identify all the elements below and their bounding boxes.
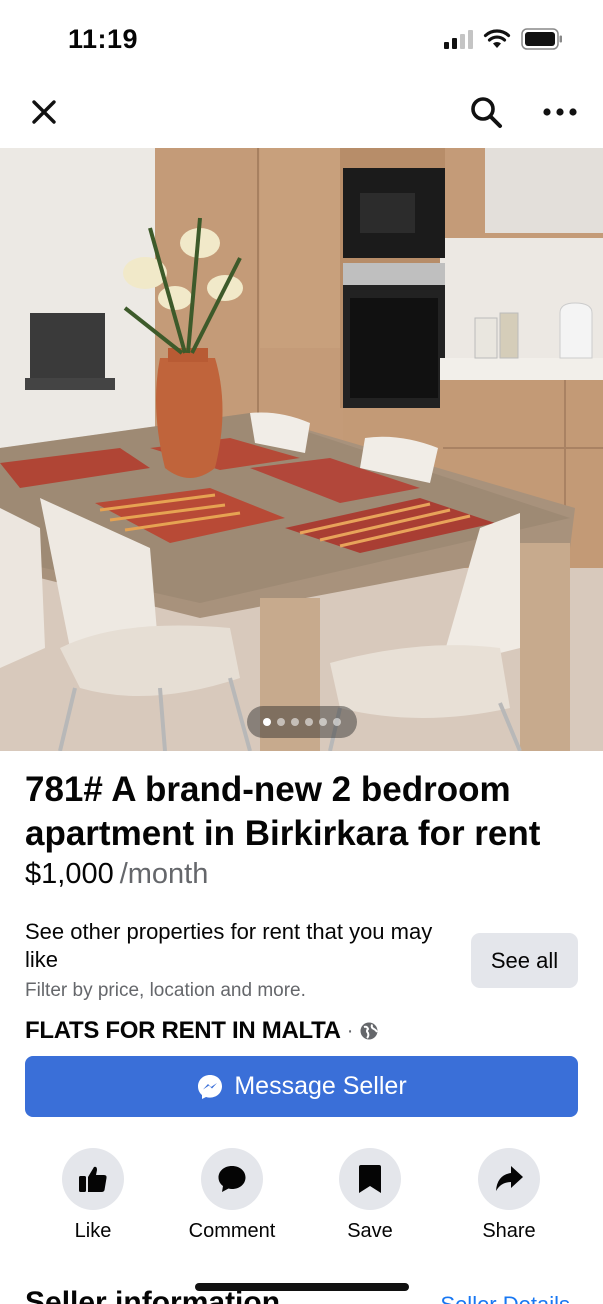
search-button[interactable] bbox=[464, 90, 508, 134]
close-button[interactable] bbox=[22, 90, 66, 134]
pagination-dot bbox=[319, 718, 327, 726]
close-icon bbox=[32, 100, 56, 124]
more-options-button[interactable] bbox=[538, 90, 582, 134]
share-circle bbox=[478, 1148, 540, 1210]
price-row: $1,000/month bbox=[25, 858, 208, 891]
share-button[interactable]: Share bbox=[449, 1148, 569, 1243]
bookmark-icon bbox=[359, 1165, 381, 1193]
separator: · bbox=[346, 1019, 354, 1042]
battery-icon bbox=[521, 28, 562, 50]
status-bar: 11:19 bbox=[0, 0, 603, 76]
comment-circle bbox=[201, 1148, 263, 1210]
messenger-icon bbox=[198, 1074, 223, 1099]
nav-bar bbox=[0, 76, 603, 148]
more-icon bbox=[543, 108, 577, 116]
comment-label: Comment bbox=[188, 1220, 276, 1242]
wifi-icon bbox=[483, 29, 511, 48]
marketplace-listing-page: 11:19 781# A brand-new 2 bedroom apartme… bbox=[0, 0, 603, 1304]
home-indicator[interactable] bbox=[195, 1283, 409, 1291]
suggestion-subtext: Filter by price, location and more. bbox=[25, 980, 306, 1001]
pagination-dot bbox=[305, 718, 313, 726]
group-name-link[interactable]: FLATS FOR RENT IN MALTA bbox=[25, 1017, 341, 1045]
suggestion-text: See other properties for rent that you m… bbox=[25, 919, 433, 972]
listing-photo[interactable] bbox=[0, 148, 603, 751]
pagination-dot bbox=[277, 718, 285, 726]
like-button[interactable]: Like bbox=[33, 1148, 153, 1243]
photo-pagination bbox=[247, 706, 357, 738]
share-label: Share bbox=[482, 1220, 536, 1242]
price-period: /month bbox=[119, 858, 209, 890]
share-icon bbox=[496, 1166, 523, 1191]
save-label: Save bbox=[347, 1220, 393, 1242]
suggestion-block: See other properties for rent that you m… bbox=[25, 918, 445, 1002]
save-circle bbox=[339, 1148, 401, 1210]
apartment-kitchen-photo bbox=[0, 148, 603, 751]
message-seller-button[interactable]: Message Seller bbox=[25, 1056, 578, 1117]
search-icon bbox=[471, 97, 502, 128]
listing-title: 781# A brand-new 2 bedroom apartment in … bbox=[25, 770, 541, 853]
seller-details-link[interactable]: Seller Details bbox=[440, 1292, 570, 1304]
globe-icon bbox=[360, 1022, 379, 1040]
listing-price: $1,000 bbox=[25, 858, 114, 890]
comment-button[interactable]: Comment bbox=[172, 1148, 292, 1243]
pagination-dot bbox=[291, 718, 299, 726]
like-circle bbox=[62, 1148, 124, 1210]
status-time: 11:19 bbox=[68, 24, 139, 54]
message-seller-label: Message Seller bbox=[234, 1072, 407, 1100]
status-icons bbox=[444, 28, 563, 50]
like-label: Like bbox=[74, 1220, 112, 1242]
see-all-button[interactable]: See all bbox=[471, 933, 578, 988]
group-row: FLATS FOR RENT IN MALTA · bbox=[25, 1017, 379, 1045]
pagination-dot bbox=[263, 718, 271, 726]
pagination-dot bbox=[333, 718, 341, 726]
comment-icon bbox=[218, 1166, 246, 1192]
cellular-signal-icon bbox=[444, 29, 473, 49]
save-button[interactable]: Save bbox=[310, 1148, 430, 1243]
thumbs-up-icon bbox=[79, 1166, 107, 1192]
